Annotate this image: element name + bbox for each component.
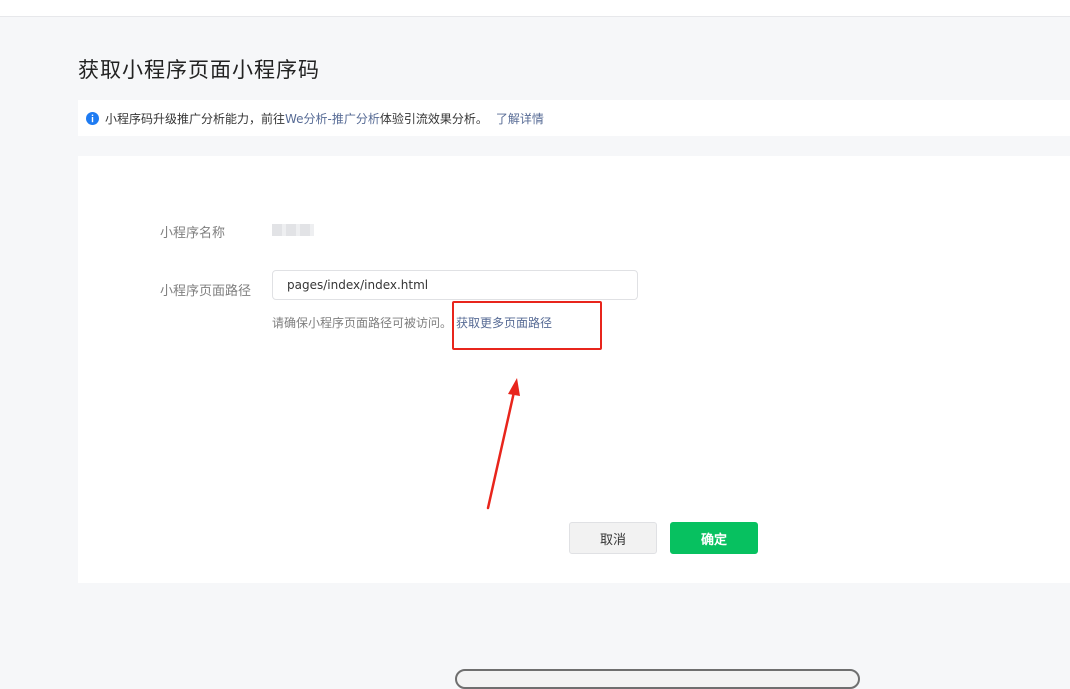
info-icon bbox=[86, 111, 99, 125]
notice-text-after: 体验引流效果分析。 bbox=[379, 111, 488, 126]
cancel-button[interactable]: 取消 bbox=[569, 522, 657, 554]
path-hint: 请确保小程序页面路径可被访问。 获取更多页面路径 bbox=[272, 314, 552, 331]
app-name-label: 小程序名称 bbox=[160, 226, 226, 241]
bottom-popup-edge bbox=[455, 669, 860, 689]
confirm-button[interactable]: 确定 bbox=[670, 522, 758, 554]
form-card: 小程序名称 小程序页面路径 请确保小程序页面路径可被访问。获取更多页面路径 取消… bbox=[78, 156, 1070, 583]
learn-more-link[interactable]: 了解详情 bbox=[496, 110, 544, 127]
notice-banner: 小程序码升级推广分析能力，前往 We分析-推广分析 体验引流效果分析。 了解详情 bbox=[78, 100, 1070, 136]
page-title: 获取小程序页面小程序码 bbox=[78, 58, 320, 82]
we-analysis-link[interactable]: We分析-推广分析 bbox=[285, 110, 380, 127]
app-name-value-redacted bbox=[272, 224, 314, 236]
top-bar bbox=[0, 0, 1070, 17]
more-paths-link[interactable]: 获取更多页面路径 bbox=[456, 316, 552, 330]
page-path-label: 小程序页面路径 bbox=[160, 284, 252, 299]
notice-text-before: 小程序码升级推广分析能力，前往 bbox=[105, 111, 286, 126]
page-path-input[interactable] bbox=[272, 270, 638, 300]
path-hint-text: 请确保小程序页面路径可被访问。 bbox=[272, 316, 453, 330]
